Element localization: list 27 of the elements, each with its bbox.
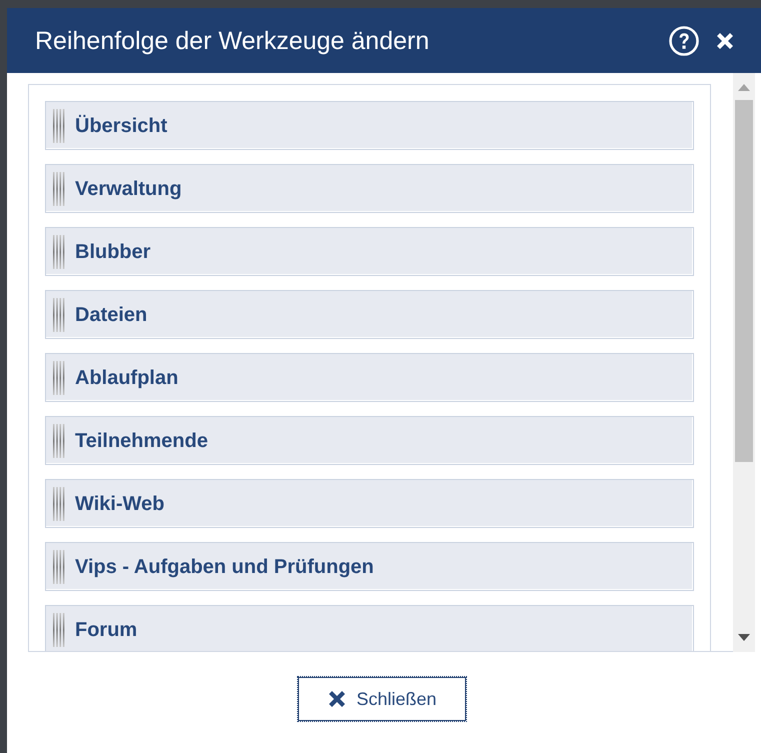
scrollbar[interactable]	[733, 73, 755, 652]
grip-icon[interactable]	[53, 234, 66, 268]
grip-icon[interactable]	[53, 550, 66, 584]
tool-item[interactable]: Wiki-Web	[45, 479, 694, 528]
tool-item[interactable]: Blubber	[45, 227, 694, 276]
grip-icon[interactable]	[53, 612, 66, 646]
grip-icon[interactable]	[53, 298, 66, 332]
grip-icon[interactable]	[53, 486, 66, 520]
grip-icon[interactable]	[53, 424, 66, 458]
close-icon[interactable]	[715, 30, 735, 50]
tool-item[interactable]: Ablaufplan	[45, 353, 694, 402]
scroll-up-icon[interactable]	[738, 84, 750, 91]
tool-item[interactable]: Dateien	[45, 290, 694, 339]
scrollbar-thumb[interactable]	[735, 100, 753, 462]
tool-item[interactable]: Teilnehmende	[45, 416, 694, 465]
tool-item[interactable]: Forum	[45, 605, 694, 651]
grip-icon[interactable]	[53, 108, 66, 142]
close-icon	[327, 689, 348, 709]
tool-item[interactable]: Übersicht	[45, 101, 694, 150]
tool-item[interactable]: Vips - Aufgaben und Prüfungen	[45, 542, 694, 591]
grip-icon[interactable]	[53, 360, 66, 394]
dialog-title: Reihenfolge der Werkzeuge ändern	[35, 26, 430, 56]
close-button[interactable]: Schließen	[297, 676, 467, 722]
scroll-down-icon[interactable]	[738, 634, 750, 641]
help-icon[interactable]	[669, 26, 699, 56]
tool-item[interactable]: Verwaltung	[45, 164, 694, 213]
grip-icon[interactable]	[53, 172, 66, 206]
